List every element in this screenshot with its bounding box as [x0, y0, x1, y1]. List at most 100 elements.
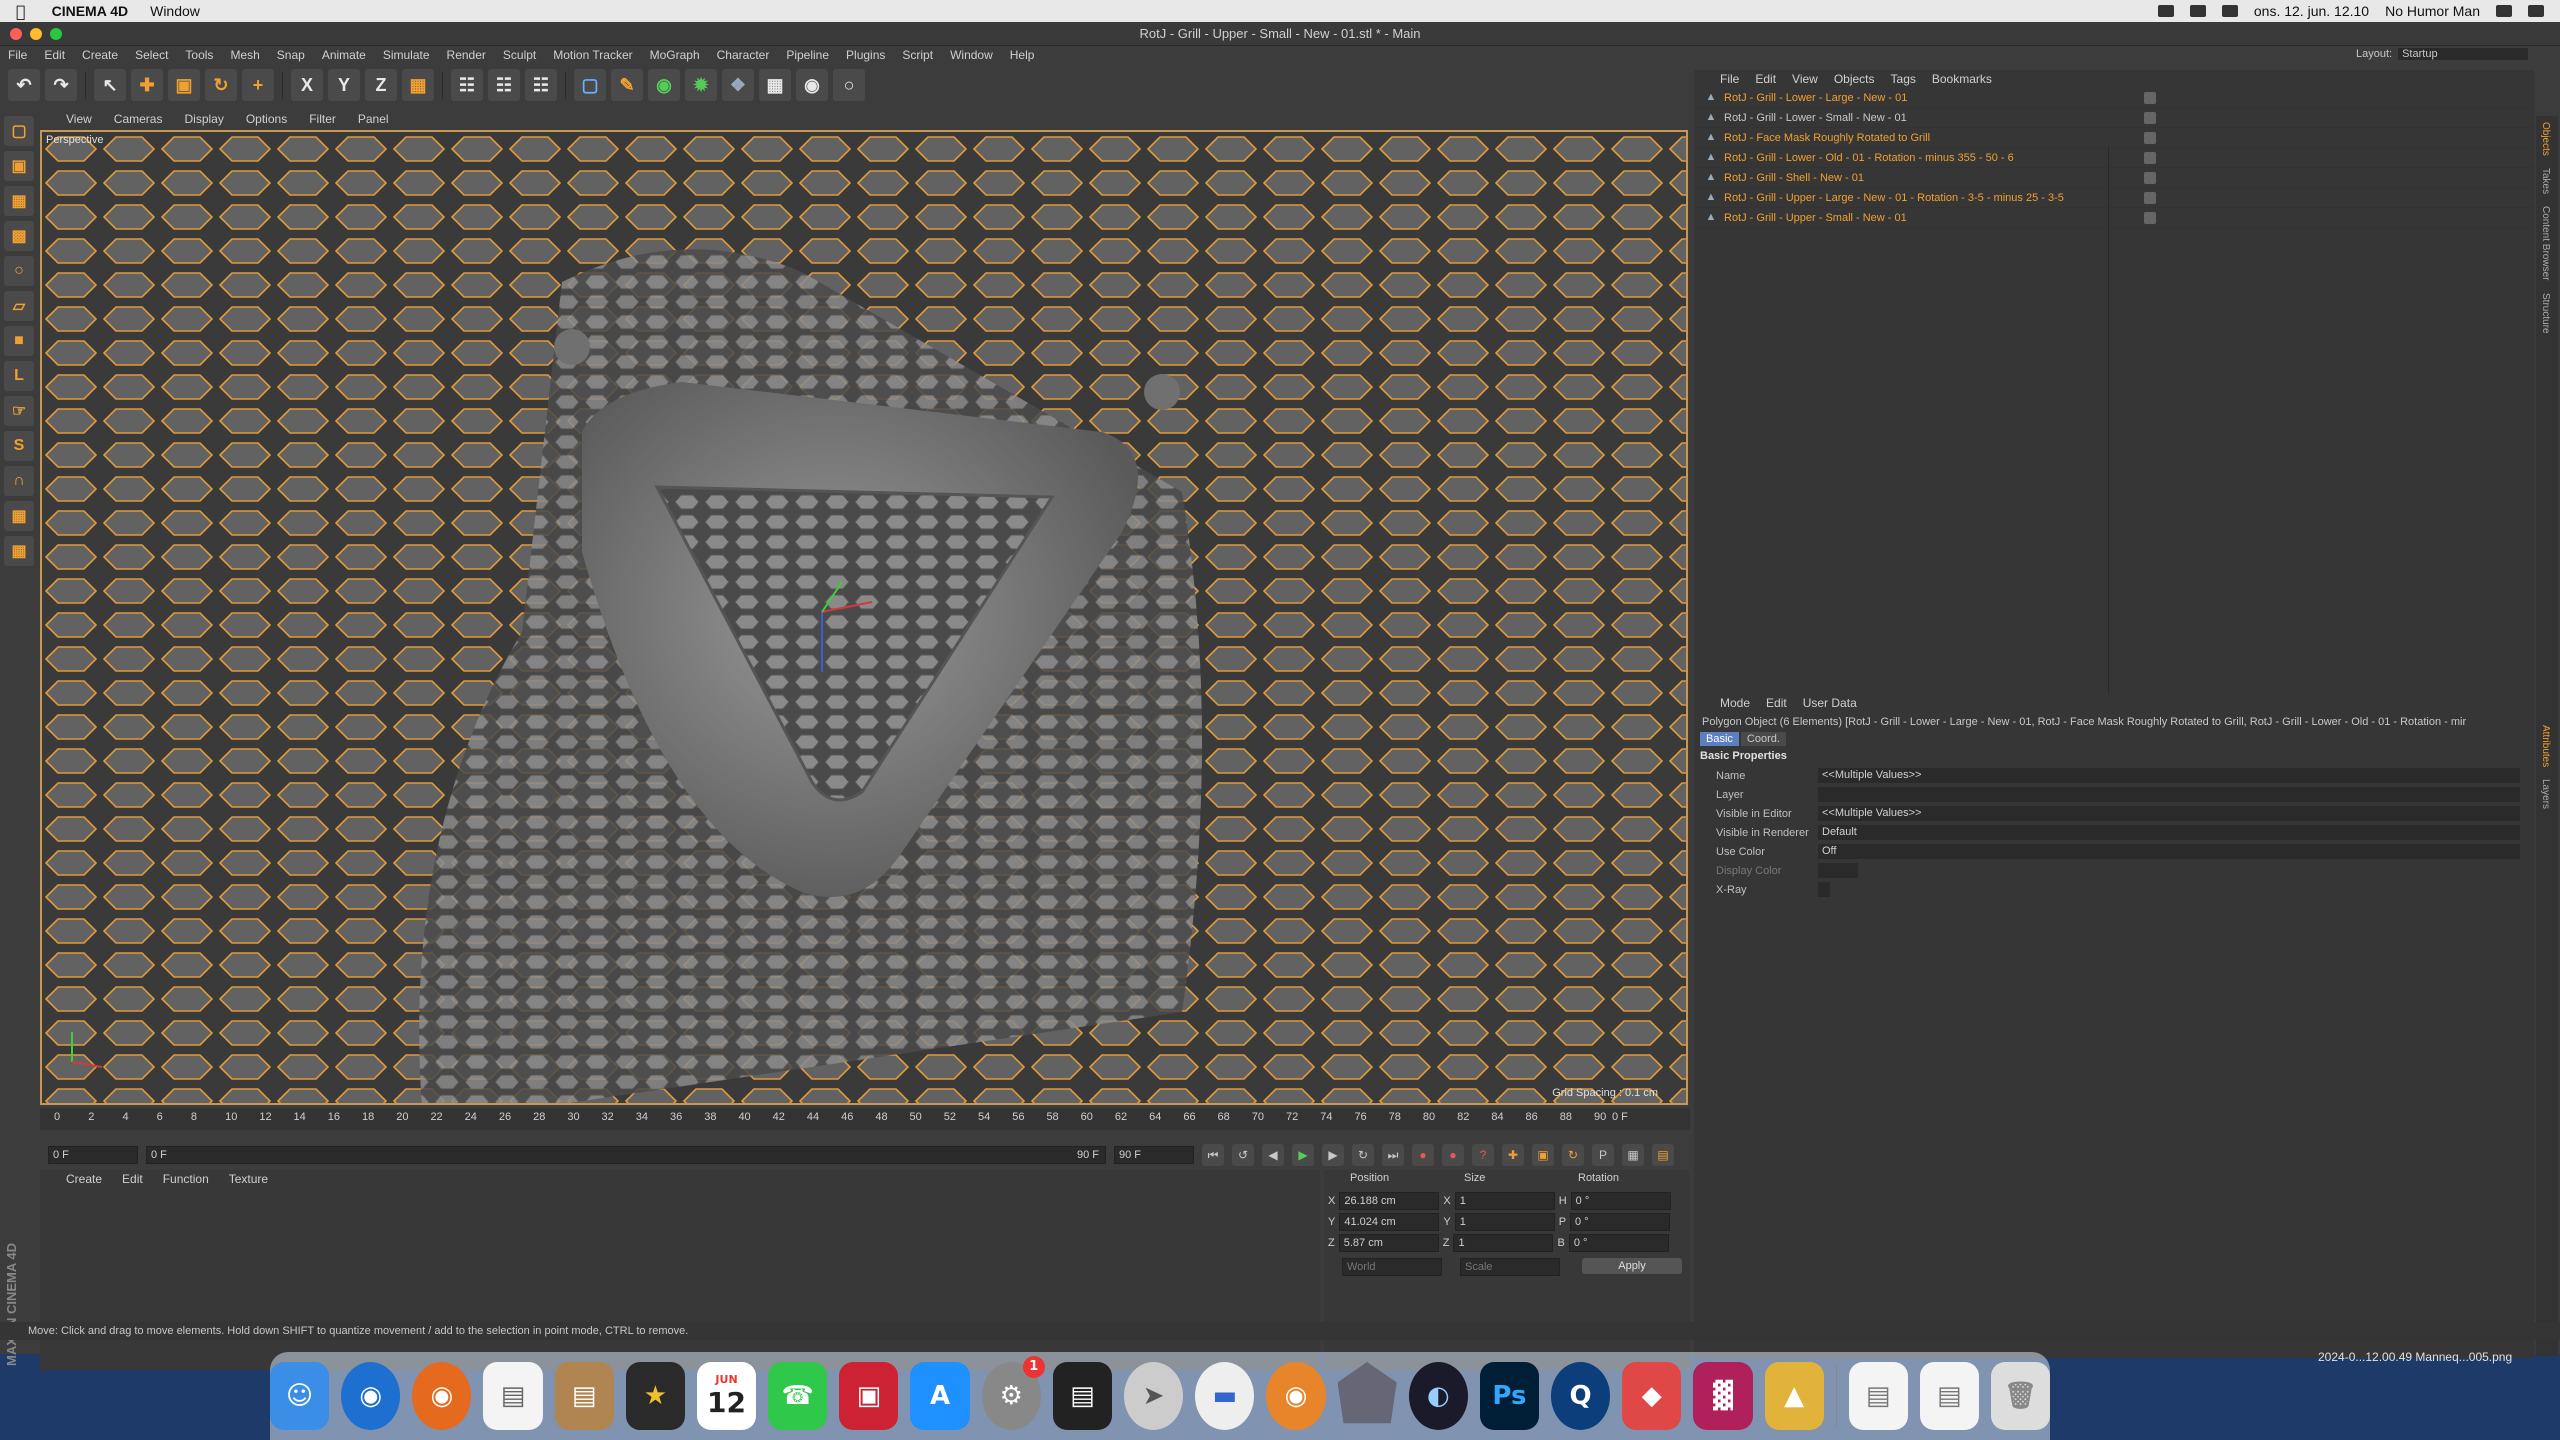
deformer-icon[interactable]: ❖: [722, 69, 754, 101]
minimize-icon[interactable]: [30, 28, 42, 40]
play-icon[interactable]: ▶: [1292, 1144, 1314, 1166]
stack-icon[interactable]: ▤: [1919, 1362, 1979, 1430]
attribute-menu-mode[interactable]: Mode: [1720, 696, 1750, 710]
menu-snap[interactable]: Snap: [277, 48, 305, 62]
z-axis-button[interactable]: Z: [365, 69, 397, 101]
render-settings-icon[interactable]: ☷: [525, 69, 557, 101]
safari-icon[interactable]: ◉: [341, 1362, 401, 1430]
menu-tools[interactable]: Tools: [185, 48, 213, 62]
key-param-icon[interactable]: P: [1592, 1144, 1614, 1166]
menu-motion-tracker[interactable]: Motion Tracker: [553, 48, 632, 62]
menu-script[interactable]: Script: [902, 48, 933, 62]
facetime-icon[interactable]: ☎: [768, 1362, 828, 1430]
solo-icon[interactable]: S: [4, 431, 34, 461]
window-menu[interactable]: Window: [150, 3, 200, 19]
model-mode-icon[interactable]: ▣: [4, 151, 34, 181]
menu-plugins[interactable]: Plugins: [846, 48, 885, 62]
layout-dropdown[interactable]: Startup: [2398, 48, 2529, 60]
visibility-toggle-icon[interactable]: [2144, 111, 2156, 124]
tab-basic[interactable]: Basic: [1700, 732, 1739, 746]
tab-objects[interactable]: Objects: [2536, 116, 2555, 162]
apple-icon[interactable]: : [16, 2, 26, 21]
rotate-tool-icon[interactable]: ↻: [205, 69, 237, 101]
pen-icon[interactable]: ✎: [611, 69, 643, 101]
viewport-menu-view[interactable]: View: [66, 112, 92, 126]
visibility-toggle-icon[interactable]: [2144, 191, 2156, 204]
cinema4d-icon[interactable]: ◐: [1408, 1362, 1468, 1430]
name-field[interactable]: <<Multiple Values>>: [1818, 768, 2520, 783]
menu-animate[interactable]: Animate: [322, 48, 366, 62]
firefox-icon[interactable]: ◉: [412, 1362, 472, 1430]
position-x-field[interactable]: 26.188 cm: [1339, 1192, 1440, 1210]
tab-attributes[interactable]: Attributes: [2536, 719, 2555, 773]
polygons-mode-icon[interactable]: ■: [4, 326, 34, 356]
material-menu-function[interactable]: Function: [163, 1172, 209, 1186]
viewport-menu-panel[interactable]: Panel: [358, 112, 389, 126]
menu-window[interactable]: Window: [950, 48, 993, 62]
menu-create[interactable]: Create: [82, 48, 118, 62]
viewport-menu-options[interactable]: Options: [246, 112, 287, 126]
visibility-toggle-icon[interactable]: [2144, 131, 2156, 144]
object-row[interactable]: ▲ RotJ - Grill - Upper - Large - New - 01…: [1694, 188, 2534, 208]
system-preferences-icon[interactable]: ⚙ 1: [981, 1356, 1045, 1430]
quicktime-icon[interactable]: Q: [1551, 1362, 1611, 1430]
volume-icon[interactable]: [2221, 5, 2238, 17]
points-mode-icon[interactable]: ○: [4, 256, 34, 286]
visibility-toggle-icon[interactable]: [2144, 151, 2156, 164]
trash-icon[interactable]: 🗑: [1990, 1362, 2051, 1430]
menu-mograph[interactable]: MoGraph: [650, 48, 700, 62]
object-row[interactable]: ▲ RotJ - Grill - Shell - New - 01: [1694, 168, 2534, 188]
key-scale-icon[interactable]: ▣: [1532, 1144, 1554, 1166]
grid-icon[interactable]: ▦: [4, 536, 34, 566]
object-menu-view[interactable]: View: [1792, 72, 1818, 86]
prev-frame-icon[interactable]: ◀: [1262, 1144, 1284, 1166]
apply-button[interactable]: Apply: [1582, 1258, 1682, 1274]
visibility-toggle-icon[interactable]: [2144, 211, 2156, 224]
object-menu-file[interactable]: File: [1720, 72, 1739, 86]
launchpad-icon[interactable]: ➤: [1123, 1362, 1184, 1430]
textedit-icon[interactable]: ▤: [483, 1362, 543, 1430]
dropbox-icon[interactable]: [2157, 5, 2174, 17]
object-row[interactable]: ▲ RotJ - Grill - Lower - Large - New - 01: [1694, 88, 2534, 108]
material-menu-texture[interactable]: Texture: [229, 1172, 268, 1186]
visibility-toggle-icon[interactable]: [2144, 171, 2156, 184]
subdivision-icon[interactable]: ◉: [648, 69, 680, 101]
close-icon[interactable]: [10, 28, 22, 40]
viewport-menu-filter[interactable]: Filter: [309, 112, 336, 126]
timeline-icon[interactable]: ▤: [1652, 1144, 1674, 1166]
menu-pipeline[interactable]: Pipeline: [786, 48, 829, 62]
live-select-icon[interactable]: +: [242, 69, 274, 101]
go-to-end-icon[interactable]: ⏭: [1382, 1144, 1404, 1166]
clock[interactable]: ons. 12. jun. 12.10: [2254, 3, 2369, 19]
light-icon[interactable]: ○: [833, 69, 865, 101]
object-row[interactable]: ▲ RotJ - Grill - Upper - Small - New - 01: [1694, 208, 2534, 228]
select-tool-icon[interactable]: ↖: [94, 69, 126, 101]
object-row[interactable]: ▲ RotJ - Grill - Lower - Old - 01 - Rotat…: [1694, 148, 2534, 168]
timeline-ruler[interactable]: 0 2 4 6 8 10 12 14 16 18 20 22 24 26 28 30 32 34 36 38 40 42 4…: [40, 1108, 1690, 1130]
camera-icon[interactable]: ◉: [796, 69, 828, 101]
position-z-field[interactable]: 5.87 cm: [1338, 1234, 1439, 1252]
tab-structure[interactable]: Structure: [2536, 287, 2555, 340]
next-frame-icon[interactable]: ▶: [1322, 1144, 1344, 1166]
key-rotation-icon[interactable]: ↻: [1562, 1144, 1584, 1166]
workplane-icon[interactable]: ▩: [4, 221, 34, 251]
calendar-icon[interactable]: JUN 12: [696, 1362, 757, 1430]
visibility-toggle-icon[interactable]: [2144, 91, 2156, 104]
start-frame-field[interactable]: 0 F: [48, 1146, 138, 1164]
use-color-dropdown[interactable]: Off: [1818, 844, 2520, 859]
next-key-icon[interactable]: ↻: [1352, 1144, 1374, 1166]
menu-help[interactable]: Help: [1010, 48, 1035, 62]
position-y-field[interactable]: 41.024 cm: [1339, 1213, 1440, 1231]
object-menu-objects[interactable]: Objects: [1834, 72, 1875, 86]
blender-icon[interactable]: ◉: [1266, 1362, 1326, 1430]
ribbon-app-icon[interactable]: ▓: [1693, 1362, 1753, 1430]
render-view-icon[interactable]: ☷: [451, 69, 483, 101]
tab-content-browser[interactable]: Content Browser: [2536, 200, 2555, 286]
cube-icon[interactable]: ▢: [574, 69, 606, 101]
tab-coord[interactable]: Coord.: [1740, 732, 1786, 746]
size-y-field[interactable]: 1: [1454, 1213, 1555, 1231]
cloner-icon[interactable]: ✹: [685, 69, 717, 101]
key-pla-icon[interactable]: ▦: [1622, 1144, 1644, 1166]
floor-icon[interactable]: ▦: [759, 69, 791, 101]
record-icon[interactable]: ●: [1412, 1144, 1434, 1166]
